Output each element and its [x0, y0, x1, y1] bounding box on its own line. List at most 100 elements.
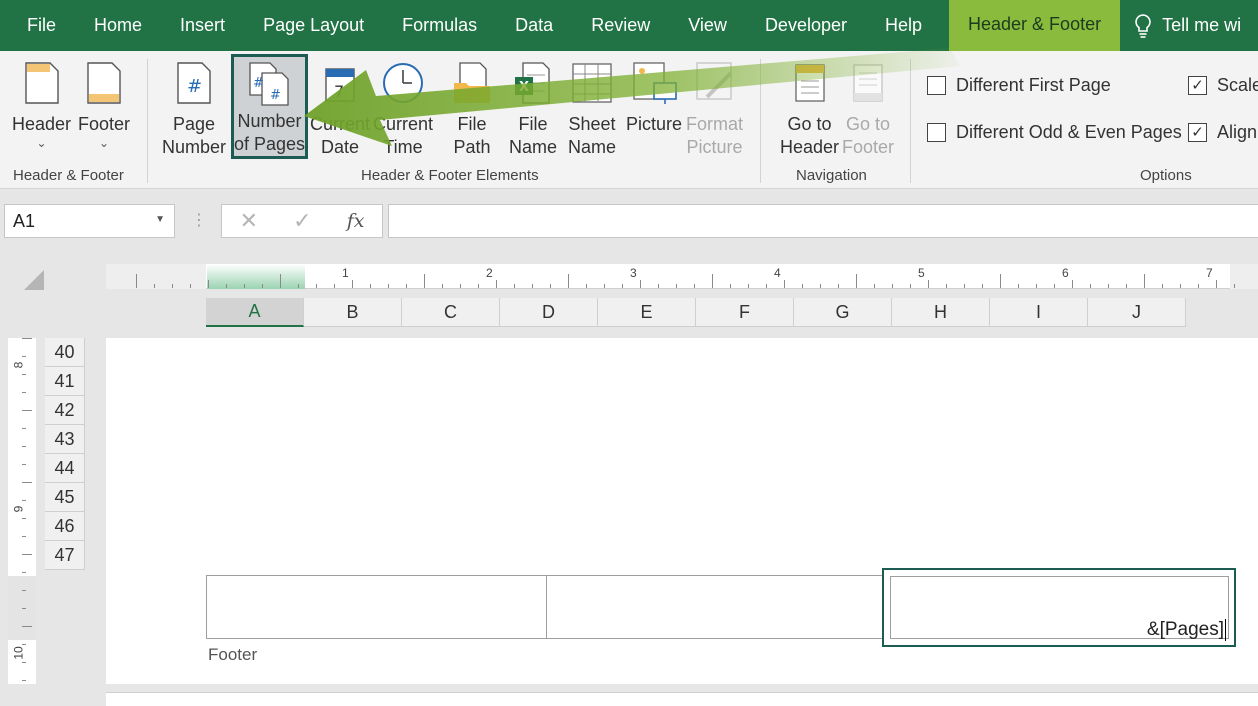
row-header-40[interactable]: 40: [45, 338, 85, 367]
column-header-h[interactable]: H: [892, 298, 990, 327]
ruler-tick: [370, 284, 371, 288]
next-page-edge: [106, 692, 1258, 706]
tab-review[interactable]: Review: [572, 0, 669, 51]
row-header-45[interactable]: 45: [45, 483, 85, 512]
picture-button[interactable]: Picture: [626, 57, 682, 136]
column-header-b[interactable]: B: [304, 298, 402, 327]
format-picture-icon: [691, 57, 739, 109]
ruler-tick: [712, 274, 713, 288]
file-name-button[interactable]: X File Name: [509, 57, 557, 159]
ruler-tick: [568, 274, 569, 288]
name-box[interactable]: A1 ▼: [4, 204, 175, 238]
ruler-tick: [1090, 284, 1091, 288]
ruler-tick: [388, 284, 389, 288]
column-header-d[interactable]: D: [500, 298, 598, 327]
cancel-icon[interactable]: ✕: [240, 208, 258, 234]
ruler-tick: [442, 284, 443, 288]
ruler-tick: [586, 284, 587, 288]
align-with-margins-option[interactable]: ✓ Align: [1188, 122, 1257, 143]
tab-data[interactable]: Data: [496, 0, 572, 51]
tab-insert[interactable]: Insert: [161, 0, 244, 51]
select-all-corner[interactable]: [24, 270, 44, 290]
file-path-button[interactable]: File Path: [448, 57, 496, 159]
ruler-tick: [22, 356, 26, 357]
ruler-tick: [208, 280, 209, 288]
number-of-pages-button[interactable]: # # Number of Pages: [231, 54, 308, 159]
enter-icon[interactable]: ✓: [293, 208, 311, 234]
header-button[interactable]: Header ⌄: [12, 57, 71, 150]
tell-me-text: Tell me wi: [1162, 15, 1242, 35]
tab-view[interactable]: View: [669, 0, 746, 51]
tab-formulas[interactable]: Formulas: [383, 0, 496, 51]
current-date-button[interactable]: 7 Current Date: [310, 57, 370, 159]
different-odd-even-checkbox[interactable]: [927, 123, 946, 142]
row-header-43[interactable]: 43: [45, 425, 85, 454]
ruler-tick: [352, 280, 353, 288]
row-header-46[interactable]: 46: [45, 512, 85, 541]
ruler-tick: [856, 274, 857, 288]
insert-function-icon[interactable]: fx: [347, 210, 365, 232]
column-header-e[interactable]: E: [598, 298, 696, 327]
footer-left-section[interactable]: [206, 575, 547, 639]
ruler-tick: [1036, 284, 1037, 288]
footer-right-section[interactable]: &[Pages]: [882, 568, 1236, 647]
column-header-a[interactable]: A: [206, 298, 304, 327]
go-to-header-button[interactable]: Go to Header: [780, 57, 839, 159]
row-header-44[interactable]: 44: [45, 454, 85, 483]
ruler-tick: [802, 284, 803, 288]
different-odd-even-option[interactable]: Different Odd & Even Pages: [927, 122, 1182, 143]
drag-handle-icon[interactable]: ⋮: [191, 210, 207, 230]
ruler-tick: [298, 284, 299, 288]
different-first-page-checkbox[interactable]: [927, 76, 946, 95]
page-number-icon: #: [170, 57, 218, 109]
ruler-tick: [226, 284, 227, 288]
column-header-j[interactable]: J: [1088, 298, 1186, 327]
sheet-name-button[interactable]: Sheet Name: [568, 57, 616, 159]
tab-file[interactable]: File: [0, 0, 75, 51]
row-header-41[interactable]: 41: [45, 367, 85, 396]
tab-header-footer[interactable]: Header & Footer: [949, 0, 1121, 51]
ruler-tick: [910, 284, 911, 288]
header-icon: [18, 57, 66, 109]
svg-text:X: X: [519, 80, 529, 95]
ruler-tick: [838, 284, 839, 288]
scale-with-document-option[interactable]: ✓ Scale: [1188, 75, 1258, 96]
footer-center-section[interactable]: [546, 575, 886, 639]
column-header-g[interactable]: G: [794, 298, 892, 327]
row-header-42[interactable]: 42: [45, 396, 85, 425]
tab-page-layout[interactable]: Page Layout: [244, 0, 383, 51]
ruler-tick: [22, 500, 26, 501]
ruler-tick: [1234, 284, 1235, 288]
ruler-tick: [22, 644, 26, 645]
footer-button[interactable]: Footer ⌄: [78, 57, 130, 150]
tab-developer[interactable]: Developer: [746, 0, 866, 51]
align-checkbox[interactable]: ✓: [1188, 123, 1207, 142]
different-first-page-option[interactable]: Different First Page: [927, 75, 1111, 96]
column-header-c[interactable]: C: [402, 298, 500, 327]
formula-input[interactable]: [388, 204, 1258, 238]
vertical-ruler: 8 9 10: [8, 338, 36, 684]
ruler-number: 1: [342, 266, 349, 280]
ruler-tick: [766, 284, 767, 288]
ruler-tick: [22, 482, 32, 483]
ruler-number: 5: [918, 266, 925, 280]
tab-home[interactable]: Home: [75, 0, 161, 51]
row-header-47[interactable]: 47: [45, 541, 85, 570]
tell-me-box[interactable]: Tell me wi: [1134, 13, 1242, 38]
current-time-button[interactable]: Current Time: [373, 57, 433, 159]
ruler-tick: [22, 662, 26, 663]
ribbon-separator: [760, 59, 761, 183]
ruler-tick: [22, 464, 26, 465]
page-number-button[interactable]: # Page Number: [162, 57, 226, 159]
ruler-tick: [1054, 284, 1055, 288]
tab-help[interactable]: Help: [866, 0, 941, 51]
svg-text:7: 7: [334, 82, 344, 101]
chevron-down-icon: ⌄: [36, 136, 47, 150]
dropdown-arrow-icon[interactable]: ▼: [155, 214, 165, 225]
column-header-i[interactable]: I: [990, 298, 1088, 327]
scale-checkbox[interactable]: ✓: [1188, 76, 1207, 95]
svg-text:#: #: [187, 76, 202, 97]
ruler-tick: [1126, 284, 1127, 288]
column-header-f[interactable]: F: [696, 298, 794, 327]
ruler-tick: [1000, 274, 1001, 288]
